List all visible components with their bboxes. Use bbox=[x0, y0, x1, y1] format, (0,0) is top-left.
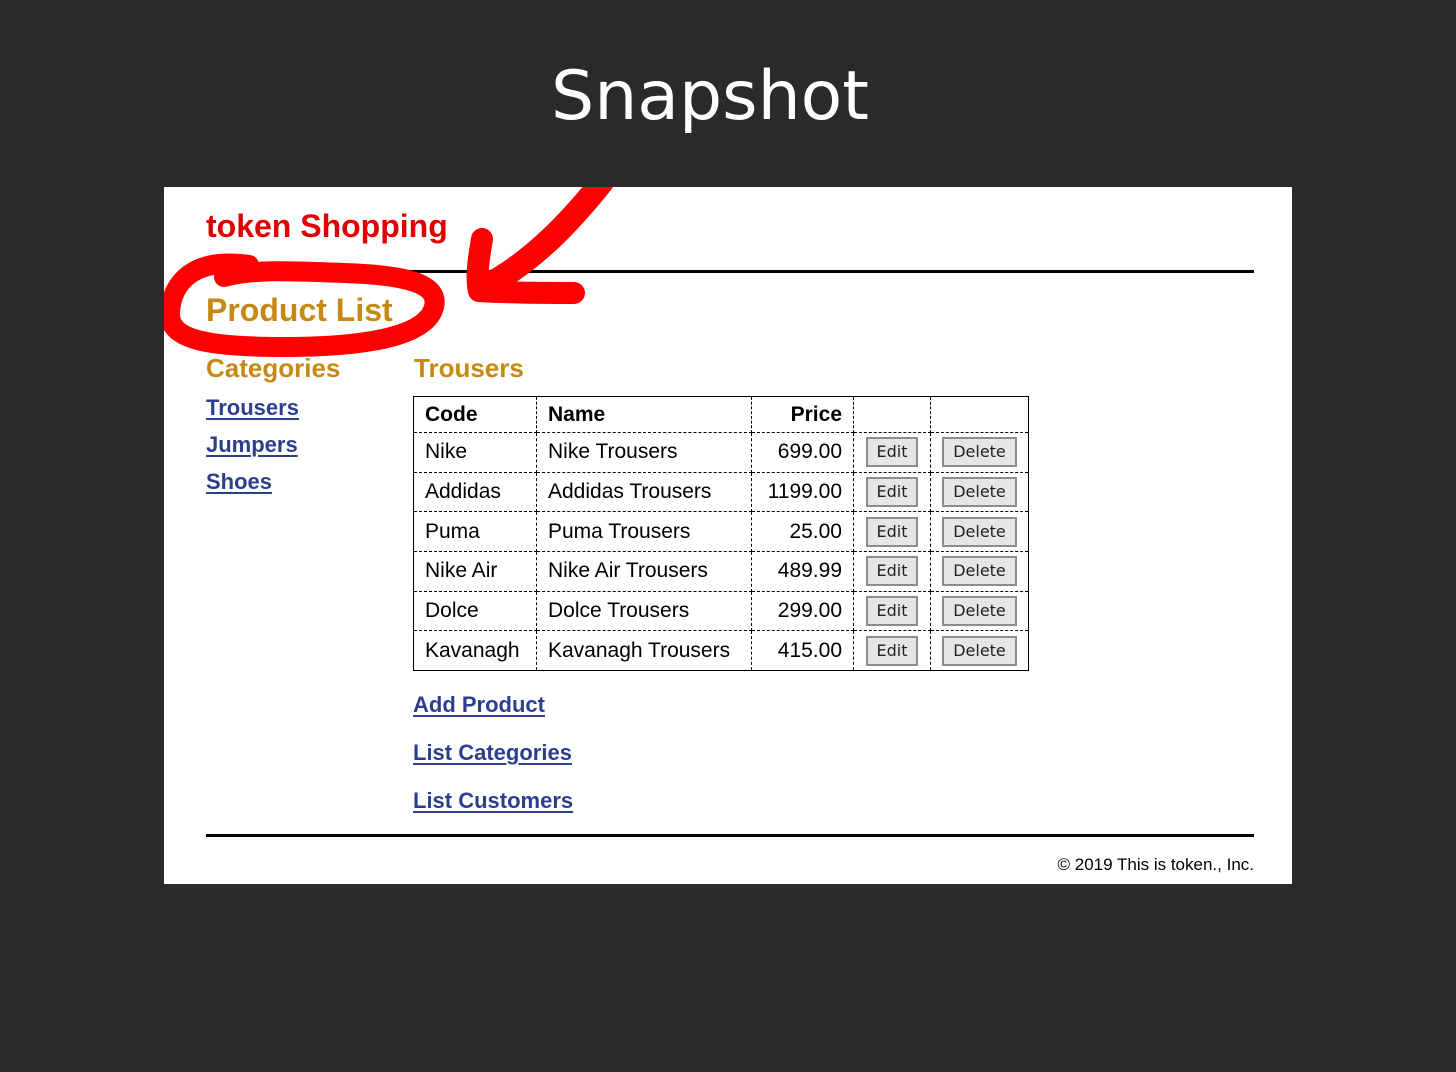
action-item: List Categories bbox=[413, 735, 573, 783]
annotation-arrow-head bbox=[466, 228, 585, 304]
delete-cell: Delete bbox=[930, 432, 1029, 473]
edit-button[interactable]: Edit bbox=[865, 516, 919, 547]
product-name: Nike Trousers bbox=[536, 432, 752, 473]
list-categories-link[interactable]: List Categories bbox=[413, 740, 572, 765]
column-header-code: Code bbox=[413, 396, 537, 433]
edit-cell: Edit bbox=[853, 471, 931, 513]
column-header-name: Name bbox=[536, 396, 752, 433]
edit-cell: Edit bbox=[853, 551, 931, 592]
edit-button[interactable]: Edit bbox=[865, 477, 919, 508]
action-links: Add Product List Categories List Custome… bbox=[413, 687, 573, 831]
product-price: 489.99 bbox=[751, 551, 854, 592]
category-list: Trousers Jumpers Shoes bbox=[206, 393, 299, 504]
category-item: Jumpers bbox=[206, 430, 299, 467]
site-title: token Shopping bbox=[206, 208, 448, 244]
edit-button[interactable]: Edit bbox=[865, 556, 919, 587]
action-item: Add Product bbox=[413, 687, 573, 735]
delete-button[interactable]: Delete bbox=[942, 516, 1017, 547]
category-item: Trousers bbox=[206, 393, 299, 430]
product-code: Nike Air bbox=[413, 551, 537, 592]
product-name: Addidas Trousers bbox=[536, 471, 752, 513]
edit-button[interactable]: Edit bbox=[865, 437, 919, 468]
delete-button[interactable]: Delete bbox=[942, 596, 1017, 627]
list-customers-link[interactable]: List Customers bbox=[413, 788, 573, 813]
edit-cell: Edit bbox=[853, 630, 931, 672]
product-name: Kavanagh Trousers bbox=[536, 630, 752, 672]
edit-cell: Edit bbox=[853, 432, 931, 473]
edit-button[interactable]: Edit bbox=[865, 635, 919, 666]
footer-divider bbox=[206, 834, 1254, 837]
product-name: Puma Trousers bbox=[536, 511, 752, 553]
delete-button[interactable]: Delete bbox=[942, 477, 1017, 508]
column-header-edit bbox=[853, 396, 931, 433]
column-header-delete bbox=[930, 396, 1029, 433]
delete-button[interactable]: Delete bbox=[942, 437, 1017, 468]
delete-button[interactable]: Delete bbox=[942, 635, 1017, 666]
product-name: Nike Air Trousers bbox=[536, 551, 752, 592]
delete-cell: Delete bbox=[930, 551, 1029, 592]
delete-cell: Delete bbox=[930, 471, 1029, 513]
action-item: List Customers bbox=[413, 783, 573, 831]
category-link-jumpers[interactable]: Jumpers bbox=[206, 432, 298, 457]
table-row: Puma Puma Trousers 25.00 Edit Delete bbox=[413, 511, 1029, 553]
product-price: 699.00 bbox=[751, 432, 854, 473]
selected-category-heading: Trousers bbox=[414, 353, 524, 383]
category-link-shoes[interactable]: Shoes bbox=[206, 469, 272, 494]
table-row: Nike Air Nike Air Trousers 489.99 Edit D… bbox=[413, 551, 1029, 592]
category-item: Shoes bbox=[206, 467, 299, 504]
product-code: Dolce bbox=[413, 590, 537, 632]
table-row: Kavanagh Kavanagh Trousers 415.00 Edit D… bbox=[413, 630, 1029, 672]
product-price: 299.00 bbox=[751, 590, 854, 632]
slide-title: Snapshot bbox=[551, 57, 869, 136]
header-divider bbox=[206, 270, 1254, 273]
product-code: Nike bbox=[413, 432, 537, 473]
browser-page: token Shopping Product List Categories T… bbox=[164, 187, 1292, 884]
product-price: 415.00 bbox=[751, 630, 854, 672]
edit-cell: Edit bbox=[853, 511, 931, 553]
page-title: Product List bbox=[206, 292, 393, 328]
product-code: Addidas bbox=[413, 471, 537, 513]
add-product-link[interactable]: Add Product bbox=[413, 692, 545, 717]
table-row: Dolce Dolce Trousers 299.00 Edit Delete bbox=[413, 590, 1029, 632]
product-name: Dolce Trousers bbox=[536, 590, 752, 632]
categories-heading: Categories bbox=[206, 353, 341, 383]
edit-cell: Edit bbox=[853, 590, 931, 632]
product-price: 25.00 bbox=[751, 511, 854, 553]
delete-cell: Delete bbox=[930, 590, 1029, 632]
delete-button[interactable]: Delete bbox=[942, 556, 1017, 587]
table-row: Addidas Addidas Trousers 1199.00 Edit De… bbox=[413, 471, 1029, 513]
delete-cell: Delete bbox=[930, 511, 1029, 553]
product-code: Puma bbox=[413, 511, 537, 553]
product-code: Kavanagh bbox=[413, 630, 537, 672]
column-header-price: Price bbox=[751, 396, 854, 433]
table-header-row: Code Name Price bbox=[413, 396, 1029, 433]
edit-button[interactable]: Edit bbox=[865, 596, 919, 627]
delete-cell: Delete bbox=[930, 630, 1029, 672]
footer-copyright: © 2019 This is token., Inc. bbox=[1057, 855, 1254, 874]
table-row: Nike Nike Trousers 699.00 Edit Delete bbox=[413, 432, 1029, 473]
product-table: Code Name Price Nike Nike Trousers 699.0… bbox=[413, 396, 1029, 672]
category-link-trousers[interactable]: Trousers bbox=[206, 395, 299, 420]
product-price: 1199.00 bbox=[751, 471, 854, 513]
